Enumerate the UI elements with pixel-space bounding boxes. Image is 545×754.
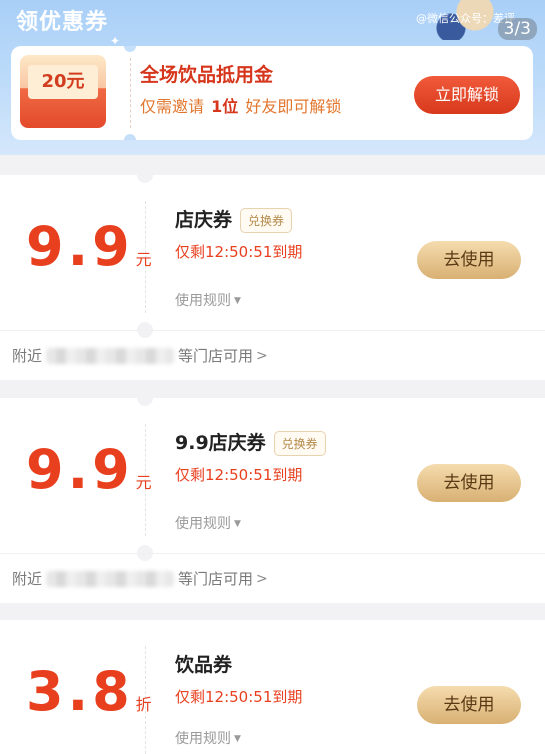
invite-subtitle: 仅需邀请 1位 好友即可解锁 bbox=[140, 93, 341, 117]
blurred-store-name bbox=[46, 347, 175, 364]
coupon-name-text: 9.9店庆券 bbox=[175, 432, 266, 454]
invite-sub-prefix: 仅需邀请 bbox=[140, 97, 205, 116]
red-envelope-icon: 20元 bbox=[20, 55, 106, 128]
usage-rules-label: 使用规则 bbox=[175, 516, 231, 532]
coupon-value: 9.9 元 bbox=[26, 438, 152, 501]
use-coupon-button[interactable]: 去使用 bbox=[417, 686, 521, 724]
coupon-card: 9.9 元 店庆券 兑换券 仅剩12:50:51到期 使用规则 ▼ 去使用 附近 等门… bbox=[0, 167, 545, 380]
caret-down-icon: ▼ bbox=[234, 519, 241, 529]
invite-card: 20元 全场饮品抵用金 仅需邀请 1位 好友即可解锁 立即解锁 bbox=[11, 46, 533, 140]
caret-down-icon: ▼ bbox=[234, 296, 241, 306]
use-coupon-button[interactable]: 去使用 bbox=[417, 241, 521, 279]
coupon-value: 3.8 折 bbox=[26, 660, 152, 723]
coupon-amount: 3.8 bbox=[26, 660, 134, 723]
coupon-unit: 元 bbox=[135, 250, 152, 269]
coupon-name: 饮品券 bbox=[175, 650, 232, 677]
coupon-name: 9.9店庆券 兑换券 bbox=[175, 428, 326, 456]
usage-rules-toggle[interactable]: 使用规则 ▼ bbox=[175, 513, 241, 533]
caret-down-icon: ▼ bbox=[234, 734, 241, 744]
coupon-unit: 折 bbox=[135, 695, 152, 714]
header-banner: 领优惠券 @微信公众号：差评 3/3 ✦ ✦ 20元 全场饮品抵用金 仅需邀请 … bbox=[0, 0, 545, 155]
page-title: 领优惠券 bbox=[16, 10, 109, 35]
unlock-button[interactable]: 立即解锁 bbox=[414, 76, 520, 114]
coupon-type-badge: 兑换券 bbox=[240, 208, 293, 233]
usage-rules-label: 使用规则 bbox=[175, 731, 231, 747]
blurred-store-name bbox=[46, 570, 175, 587]
coupon-amount: 9.9 bbox=[26, 438, 134, 501]
card-notch bbox=[124, 134, 136, 140]
nearby-stores-link[interactable]: 附近 等门店可用 > bbox=[12, 345, 268, 366]
coupon-expiry: 仅剩12:50:51到期 bbox=[175, 466, 303, 484]
card-separator bbox=[0, 330, 545, 331]
usage-rules-toggle[interactable]: 使用规则 ▼ bbox=[175, 290, 241, 310]
nearby-suffix: 等门店可用 bbox=[178, 570, 254, 588]
coupon-name-text: 饮品券 bbox=[175, 654, 233, 676]
envelope-amount: 20元 bbox=[28, 65, 98, 99]
card-notch bbox=[124, 46, 136, 52]
invite-sub-count: 1位 bbox=[211, 97, 239, 116]
card-notch bbox=[137, 167, 153, 183]
coupon-amount: 9.9 bbox=[26, 215, 134, 278]
coupon-name: 店庆券 兑换券 bbox=[175, 205, 293, 233]
use-coupon-button[interactable]: 去使用 bbox=[417, 464, 521, 502]
coupon-name-text: 店庆券 bbox=[175, 209, 233, 231]
usage-rules-toggle[interactable]: 使用规则 ▼ bbox=[175, 728, 241, 748]
coupon-type-badge: 兑换券 bbox=[273, 431, 326, 456]
coupon-expiry: 仅剩12:50:51到期 bbox=[175, 243, 303, 261]
usage-rules-label: 使用规则 bbox=[175, 293, 231, 309]
nearby-stores-link[interactable]: 附近 等门店可用 > bbox=[12, 568, 268, 589]
invite-title: 全场饮品抵用金 bbox=[140, 64, 274, 86]
chevron-right-icon: > bbox=[256, 570, 268, 587]
chevron-right-icon: > bbox=[256, 347, 268, 364]
nearby-suffix: 等门店可用 bbox=[178, 347, 254, 365]
nearby-prefix: 附近 bbox=[12, 347, 43, 365]
coupon-expiry: 仅剩12:50:51到期 bbox=[175, 688, 303, 706]
card-divider bbox=[130, 58, 131, 128]
page-indicator: 3/3 bbox=[497, 18, 537, 40]
coupon-card: 3.8 折 饮品券 仅剩12:50:51到期 使用规则 ▼ 去使用 bbox=[0, 620, 545, 754]
coupon-card: 9.9 元 9.9店庆券 兑换券 仅剩12:50:51到期 使用规则 ▼ 去使用 附近… bbox=[0, 390, 545, 603]
nearby-prefix: 附近 bbox=[12, 570, 43, 588]
card-separator bbox=[0, 553, 545, 554]
coupon-value: 9.9 元 bbox=[26, 215, 152, 278]
invite-sub-suffix: 好友即可解锁 bbox=[245, 97, 342, 116]
coupon-unit: 元 bbox=[135, 473, 152, 492]
card-notch bbox=[137, 390, 153, 406]
